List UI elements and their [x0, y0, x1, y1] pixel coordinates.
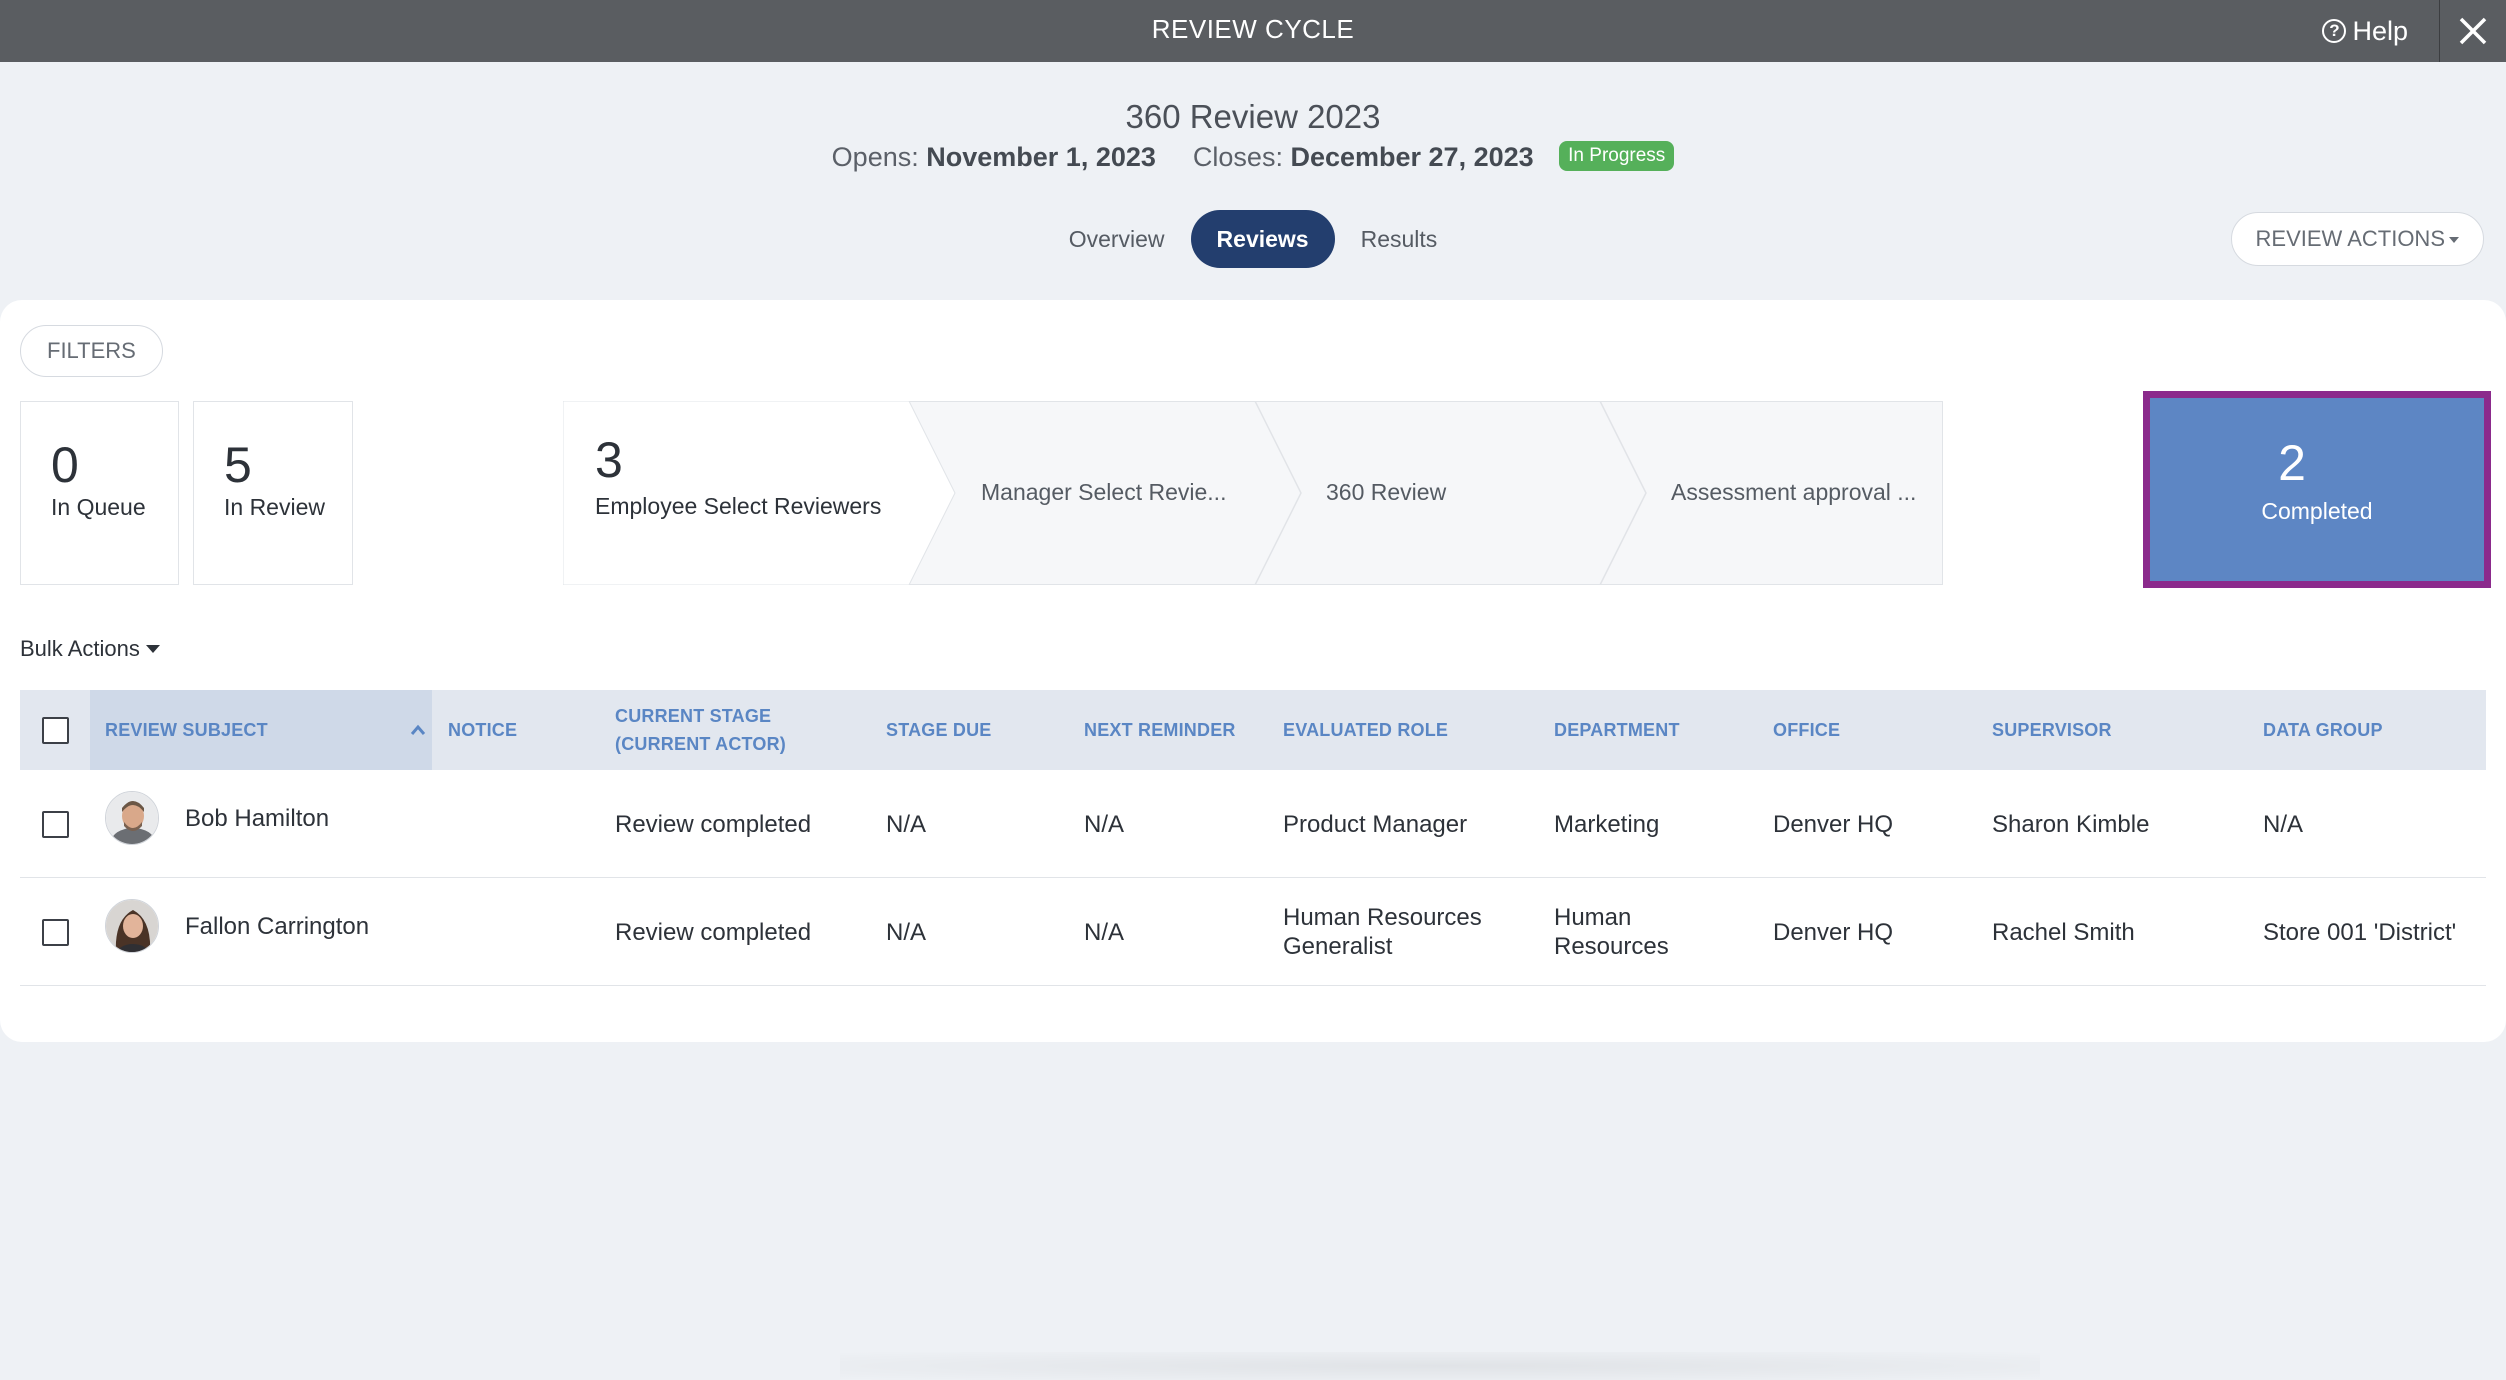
- in-queue-label: In Queue: [51, 494, 146, 520]
- office-cell: Denver HQ: [1773, 918, 1894, 946]
- in-review-count: 5: [224, 437, 252, 493]
- in-review-tile[interactable]: 5 In Review: [193, 401, 353, 585]
- column-supervisor[interactable]: SUPERVISOR: [1992, 690, 2232, 770]
- column-evaluated-role[interactable]: EVALUATED ROLE: [1283, 690, 1523, 770]
- column-label: REVIEW SUBJECT: [105, 720, 268, 740]
- help-label: Help: [2352, 16, 2408, 46]
- tab-reviews[interactable]: Reviews: [1190, 210, 1335, 268]
- supervisor-cell: Rachel Smith: [1992, 918, 2135, 946]
- stage-pipeline: 3 Employee Select Reviewers Manager Sele…: [563, 401, 1943, 585]
- window-title: REVIEW CYCLE: [1151, 14, 1355, 44]
- in-queue-count: 0: [51, 437, 79, 493]
- close-button[interactable]: [2440, 0, 2506, 62]
- top-bar: REVIEW CYCLE ? Help: [0, 0, 2506, 62]
- closes-label: Closes:: [1192, 142, 1283, 172]
- cycle-dates: Opens: November 1, 2023 Closes: December…: [0, 140, 2506, 174]
- row-select-cell: [20, 770, 90, 878]
- row-select-cell: [20, 878, 90, 986]
- stage-cell: Review completed: [615, 918, 812, 946]
- column-next-reminder[interactable]: NEXT REMINDER: [1084, 690, 1274, 770]
- caret-down-icon: [145, 645, 160, 653]
- close-icon: [2459, 17, 2487, 45]
- avatar: [105, 899, 159, 953]
- table-header: REVIEW SUBJECT NOTICE CURRENT STAGE (CUR…: [20, 690, 2486, 770]
- role-cell: Human Resources Generalist: [1283, 904, 1482, 960]
- reviews-card: FILTERS 0 In Queue 5 In Review 3 Employe…: [0, 300, 2506, 1042]
- data-group-cell: Store 001 'District': [2263, 918, 2457, 946]
- department-cell: Marketing: [1554, 810, 1660, 838]
- review-actions-button[interactable]: REVIEW ACTIONS: [2230, 212, 2484, 266]
- column-department[interactable]: DEPARTMENT: [1554, 690, 1754, 770]
- select-all-checkbox[interactable]: [41, 716, 69, 744]
- column-notice[interactable]: NOTICE: [448, 690, 608, 770]
- in-review-label: In Review: [224, 494, 325, 520]
- stage-count: 3: [595, 432, 623, 488]
- role-cell: Product Manager: [1283, 810, 1468, 838]
- reviews-table: REVIEW SUBJECT NOTICE CURRENT STAGE (CUR…: [20, 690, 2486, 986]
- tab-results[interactable]: Results: [1335, 210, 1464, 268]
- subject-cell: Bob Hamilton: [105, 764, 435, 872]
- table-row[interactable]: Fallon Carrington Review completed N/A N…: [20, 878, 2486, 986]
- tab-overview[interactable]: Overview: [1043, 210, 1191, 268]
- select-all-cell: [20, 690, 90, 770]
- column-current-stage[interactable]: CURRENT STAGE (CURRENT ACTOR): [615, 690, 875, 770]
- help-button[interactable]: ? Help: [2322, 0, 2408, 62]
- status-badge: In Progress: [1559, 140, 1675, 171]
- department-cell: Human Resources: [1554, 904, 1669, 960]
- stage-assessment-approval[interactable]: Assessment approval ...: [1671, 479, 1916, 506]
- column-stage-due[interactable]: STAGE DUE: [886, 690, 1066, 770]
- caret-down-icon: [2449, 237, 2459, 244]
- avatar: [105, 791, 159, 845]
- bulk-actions-dropdown[interactable]: Bulk Actions: [20, 636, 160, 662]
- review-actions-label: REVIEW ACTIONS: [2255, 226, 2445, 251]
- subject-name[interactable]: Fallon Carrington: [185, 912, 369, 941]
- sort-ascending-icon: [410, 724, 426, 735]
- next-reminder-cell: N/A: [1084, 918, 1125, 946]
- row-checkbox[interactable]: [41, 918, 69, 946]
- filters-button[interactable]: FILTERS: [20, 325, 163, 377]
- stage-due-cell: N/A: [886, 810, 927, 838]
- bottom-shadow: [840, 1352, 2040, 1380]
- completed-label: Completed: [2261, 498, 2373, 524]
- page-title: 360 Review 2023: [1125, 98, 1381, 135]
- office-cell: Denver HQ: [1773, 810, 1894, 838]
- completed-tile[interactable]: 2 Completed: [2143, 391, 2491, 588]
- stage-label: Employee Select Reviewers: [595, 493, 882, 519]
- stage-manager-select-reviewers[interactable]: Manager Select Revie...: [981, 479, 1226, 506]
- column-review-subject[interactable]: REVIEW SUBJECT: [90, 690, 432, 770]
- opens-date: November 1, 2023: [926, 142, 1156, 172]
- bulk-actions-label: Bulk Actions: [20, 636, 140, 661]
- closes-date: December 27, 2023: [1290, 142, 1534, 172]
- completed-count: 2: [2278, 435, 2306, 491]
- data-group-cell: N/A: [2263, 810, 2304, 838]
- column-data-group[interactable]: DATA GROUP: [2263, 690, 2483, 770]
- tab-bar: Overview Reviews Results: [0, 210, 2506, 268]
- column-office[interactable]: OFFICE: [1773, 690, 1973, 770]
- in-queue-tile[interactable]: 0 In Queue: [20, 401, 179, 585]
- row-checkbox[interactable]: [41, 810, 69, 838]
- supervisor-cell: Sharon Kimble: [1992, 810, 2150, 838]
- table-row[interactable]: Bob Hamilton Review completed N/A N/A Pr…: [20, 770, 2486, 878]
- next-reminder-cell: N/A: [1084, 810, 1125, 838]
- stage-due-cell: N/A: [886, 918, 927, 946]
- subject-cell: Fallon Carrington: [105, 872, 435, 980]
- opens-label: Opens:: [831, 142, 919, 172]
- question-circle-icon: ?: [2322, 19, 2347, 43]
- stage-cell: Review completed: [615, 810, 812, 838]
- subject-name[interactable]: Bob Hamilton: [185, 804, 329, 833]
- stage-360-review[interactable]: 360 Review: [1326, 479, 1446, 506]
